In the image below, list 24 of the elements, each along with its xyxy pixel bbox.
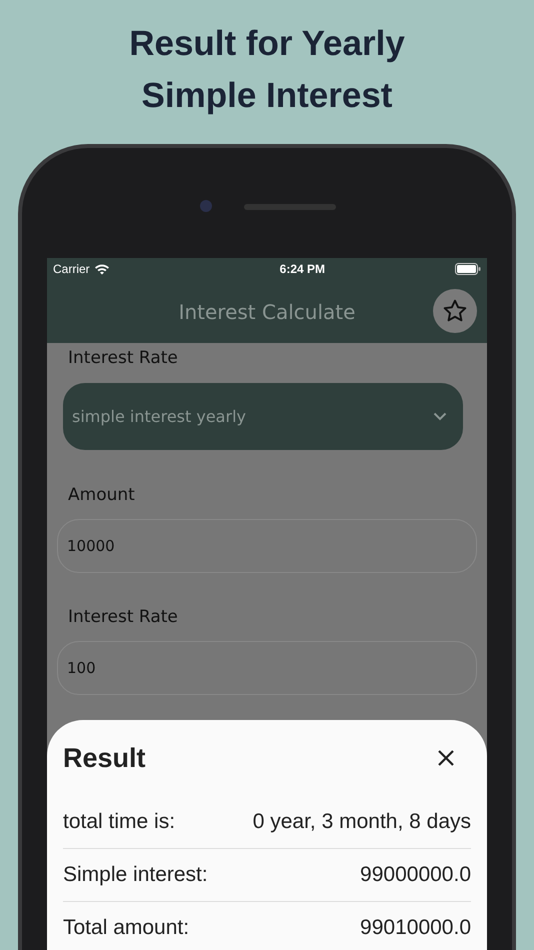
headline: Result for Yearly Simple Interest [128,23,406,117]
input-field[interactable]: 100 [57,641,477,695]
field-label: Interest Rate [68,606,179,628]
input-field[interactable]: 10000 [57,519,477,573]
result-value: 99000000.0 [360,863,471,887]
app-title: Interest Calculate [178,300,356,324]
star-icon [442,298,468,324]
camera-icon [200,200,212,212]
carrier-label: Carrier [53,262,90,276]
favorite-button[interactable] [433,289,477,333]
sheet-title: Result [63,742,146,774]
result-value: 99010000.0 [360,916,471,940]
result-value: 0 year, 3 month, 8 days [252,810,471,834]
status-time: 6:24 PM [280,262,326,276]
wifi-icon [94,263,110,275]
result-label: total time is: [63,810,176,834]
field-label: Interest Rate [68,347,179,369]
interest-type-dropdown[interactable]: simple interest yearly [63,383,463,450]
battery-icon [455,263,481,275]
field-label: Amount [68,484,136,506]
close-icon [437,749,455,767]
chevron-down-icon [433,412,447,421]
result-label: Total amount: [63,916,190,940]
result-label: Simple interest: [63,863,208,887]
